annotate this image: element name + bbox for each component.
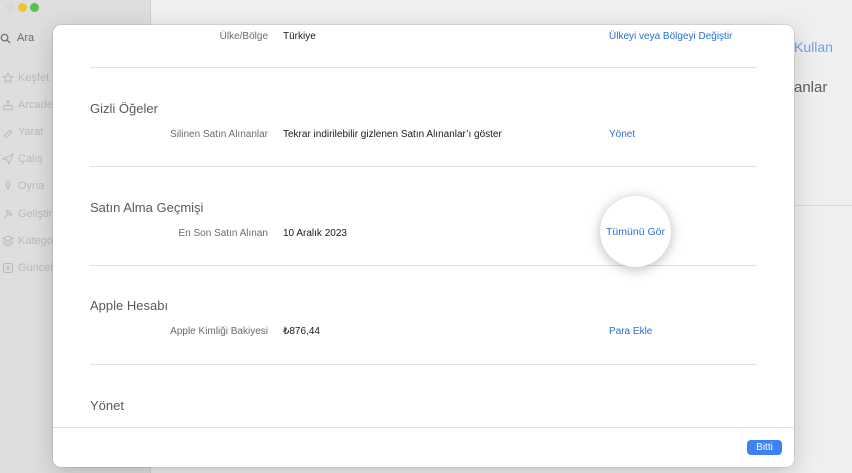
hammer-icon (3, 208, 13, 218)
divider (90, 166, 757, 167)
search-placeholder: Ara (17, 32, 35, 44)
sidebar-item-label: Arcade (18, 98, 53, 111)
latest-purchase-row: En Son Satın Alınan 10 Aralık 2023 (53, 228, 794, 248)
country-region-label: Ülke/Bölge (219, 31, 268, 42)
change-country-link[interactable]: Ülkeyi veya Bölgeyi Değiştir (609, 31, 732, 42)
brush-icon (3, 129, 13, 138)
download-icon (3, 262, 13, 273)
sidebar-item-label: Çalış (18, 153, 44, 166)
close-window-button[interactable] (6, 3, 15, 12)
sidebar-item-label: Geliştir (18, 207, 53, 220)
manage-title: Yönet (90, 398, 124, 413)
add-funds-link[interactable]: Para Ekle (609, 326, 652, 337)
done-button[interactable]: Bitti (747, 440, 782, 455)
purchase-history-title: Satın Alma Geçmişi (90, 200, 204, 215)
star-icon (2, 71, 14, 83)
divider (794, 205, 852, 206)
background-link[interactable]: Kullan (794, 39, 833, 55)
search-field[interactable]: Ara (0, 28, 60, 48)
paperplane-icon (2, 153, 14, 166)
country-region-value: Türkiye (283, 31, 316, 42)
divider (90, 364, 757, 365)
sheet-footer: Bitti (53, 427, 794, 467)
latest-purchase-value: 10 Aralık 2023 (283, 228, 347, 239)
sidebar-item-label: Keşfet (18, 71, 50, 84)
see-all-button[interactable]: Tümünü Gör (600, 196, 671, 267)
joystick-icon (3, 99, 13, 110)
hidden-items-title: Gizli Öğeler (90, 101, 158, 116)
zoom-window-button[interactable] (30, 3, 39, 12)
latest-purchase-label: En Son Satın Alınan (178, 228, 268, 239)
sheet-scroll-area[interactable]: Ülke/Bölge Türkiye Ülkeyi veya Bölgeyi D… (53, 25, 794, 427)
balance-value: ₺876,44 (283, 326, 320, 337)
sidebar-item-label: Yarat (18, 125, 44, 138)
balance-row: Apple Kimliği Bakiyesi ₺876,44 Para Ekle (53, 326, 794, 346)
divider (90, 265, 757, 266)
divider (90, 67, 757, 68)
hidden-purchases-row: Silinen Satın Alınanlar Tekrar indirileb… (53, 129, 794, 149)
hidden-purchases-label: Silinen Satın Alınanlar (170, 129, 268, 140)
apple-account-title: Apple Hesabı (90, 298, 169, 313)
rocket-icon (6, 180, 10, 191)
manage-hidden-link[interactable]: Yönet (609, 129, 635, 140)
sidebar-item-label: Oyna (18, 180, 45, 193)
hidden-purchases-value: Tekrar indirilebilir gizlenen Satın Alın… (283, 129, 502, 140)
stack-icon (2, 235, 14, 247)
minimize-window-button[interactable] (18, 3, 27, 12)
search-icon (0, 33, 11, 44)
country-region-row: Ülke/Bölge Türkiye Ülkeyi veya Bölgeyi D… (53, 31, 794, 51)
balance-label: Apple Kimliği Bakiyesi (170, 326, 268, 337)
background-heading: anlar (794, 79, 828, 96)
account-info-sheet: Ülke/Bölge Türkiye Ülkeyi veya Bölgeyi D… (53, 25, 794, 467)
